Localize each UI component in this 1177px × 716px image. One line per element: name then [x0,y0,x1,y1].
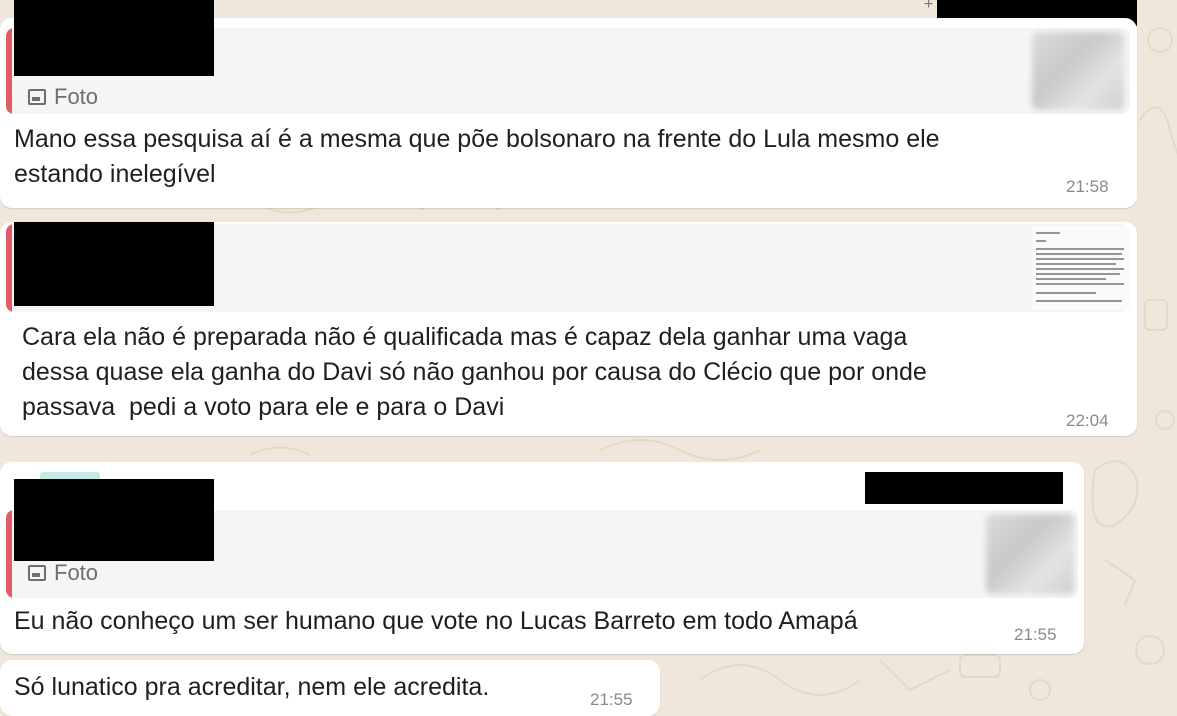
reply-quote-bar [6,28,12,114]
message-time: 21:58 [1066,177,1109,196]
redacted-sender [14,222,214,306]
photo-icon [28,565,46,581]
message-text: Mano essa pesquisa aí é a mesma que põe … [14,125,940,188]
plus-icon: + [924,0,934,13]
reply-thumbnail [986,514,1074,594]
reply-photo-text: Foto [54,560,99,585]
reply-photo-label: Foto [28,560,98,586]
message-text: Eu não conheço um ser humano que vote no… [14,607,858,635]
photo-icon [28,89,46,105]
message-time: 22:04 [1066,411,1109,430]
reply-photo-text: Foto [54,84,99,109]
message-time: 21:55 [590,690,633,709]
message-bubble[interactable]: Só lunatico pra acreditar, nem ele acred… [0,660,660,716]
reply-quote-bar [6,510,12,598]
reply-quote-bar [6,224,12,312]
redacted-sender [14,479,214,561]
reply-document-thumbnail [1032,226,1130,310]
message-time: 21:55 [1014,625,1057,644]
reply-thumbnail [1032,32,1124,110]
reply-photo-label: Foto [28,84,98,110]
message-text: Só lunatico pra acreditar, nem ele acred… [14,673,490,701]
redacted-sender [14,0,214,76]
message-text: Cara ela não é preparada não é qualifica… [22,323,927,421]
redacted-block [865,472,1063,504]
